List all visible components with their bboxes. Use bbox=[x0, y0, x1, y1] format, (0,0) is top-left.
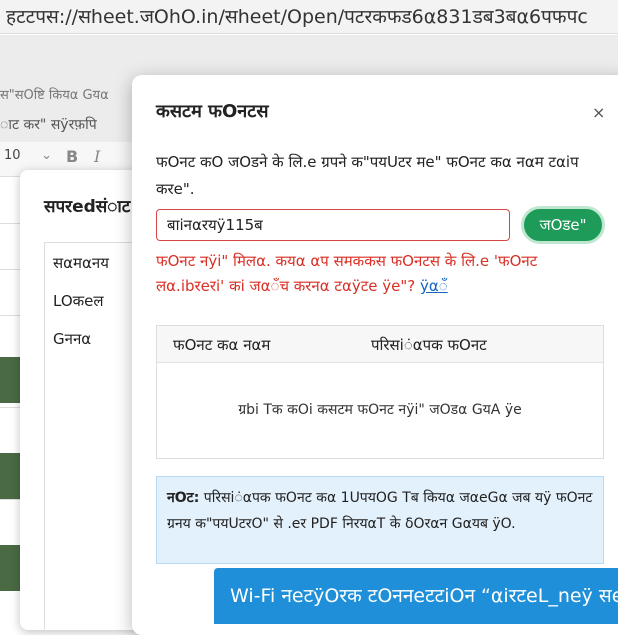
font-name-input[interactable] bbox=[156, 209, 510, 241]
bold-icon[interactable]: B bbox=[66, 147, 78, 166]
error-text: फOनट नÿi" मिलα. कयα αप समककस फOनटस के लि… bbox=[156, 252, 538, 295]
italic-icon[interactable]: I bbox=[94, 147, 100, 166]
error-message: फOनट नÿi" मिलα. कयα αप समककस फOनटस के लि… bbox=[156, 249, 596, 299]
chevron-down-icon: ⌄ bbox=[41, 148, 52, 163]
custom-fonts-dialog: कसटम फOनटस × फOनट कO जOडने के लि.e ग्रपन… bbox=[132, 75, 618, 635]
grid-line bbox=[0, 407, 20, 408]
grid-line bbox=[0, 315, 20, 316]
dialog-description: फOनट कO जOडने के लि.e ग्रपने क"पयUटर मe"… bbox=[156, 153, 579, 198]
custom-fonts-table: फOनट कα नαम परिसiंαपक फOनट ग्रbi Tक कOi … bbox=[156, 325, 604, 459]
green-cell bbox=[0, 453, 20, 499]
sheet-grid[interactable] bbox=[0, 177, 20, 623]
green-cell bbox=[0, 357, 20, 403]
dialog-title: कसटम फOनटस bbox=[156, 101, 269, 122]
col-fallback-font: परिसiंαपक फOनट bbox=[371, 336, 487, 354]
nav-item-general[interactable]: सαमαनय bbox=[53, 253, 109, 273]
check-library-link[interactable]: ÿαँ bbox=[420, 277, 448, 295]
note-box: नOट: परिसiंαपक फOनट कα 1UपयOG Tब कियα जα… bbox=[156, 476, 604, 564]
grid-line bbox=[0, 269, 20, 270]
note-label: नOट: bbox=[167, 490, 200, 506]
add-font-button[interactable]: जOडe" bbox=[521, 206, 605, 244]
note-text: परिसiंαपक फOनट कα 1UपयOG Tब कियα जαeGα ज… bbox=[167, 490, 593, 532]
col-font-name: फOनट कα नαम bbox=[173, 336, 271, 354]
grid-line bbox=[0, 499, 20, 500]
nav-item-locale[interactable]: LOकeल bbox=[53, 291, 104, 311]
network-toast[interactable]: Wi-Fi नeटÿOरक टOननeटटiOन “αiरटeL_neÿ सe bbox=[214, 568, 618, 624]
grid-line bbox=[0, 223, 20, 224]
font-size-value: 10 bbox=[4, 148, 21, 163]
address-bar[interactable]: हटटपस://सheet.जOhO.in/सheet/Open/पटरकफड6… bbox=[0, 0, 618, 34]
save-status: स"सOष्टि कियα Gयα bbox=[0, 88, 109, 103]
nav-item-calculation[interactable]: Gननα bbox=[53, 329, 91, 349]
menu-bar[interactable]: ाट कर" सÿरफ़पि bbox=[0, 115, 97, 134]
font-size-select[interactable]: 10 ⌄ bbox=[4, 148, 52, 170]
empty-state: ग्रbi Tक कOi कसटम फOनट नÿi" जOडα GयΑ ÿe bbox=[238, 402, 522, 418]
table-header: फOनट कα नαम परिसiंαपक फOनट bbox=[157, 326, 603, 363]
close-icon[interactable]: × bbox=[592, 103, 605, 122]
green-cell bbox=[0, 545, 20, 591]
